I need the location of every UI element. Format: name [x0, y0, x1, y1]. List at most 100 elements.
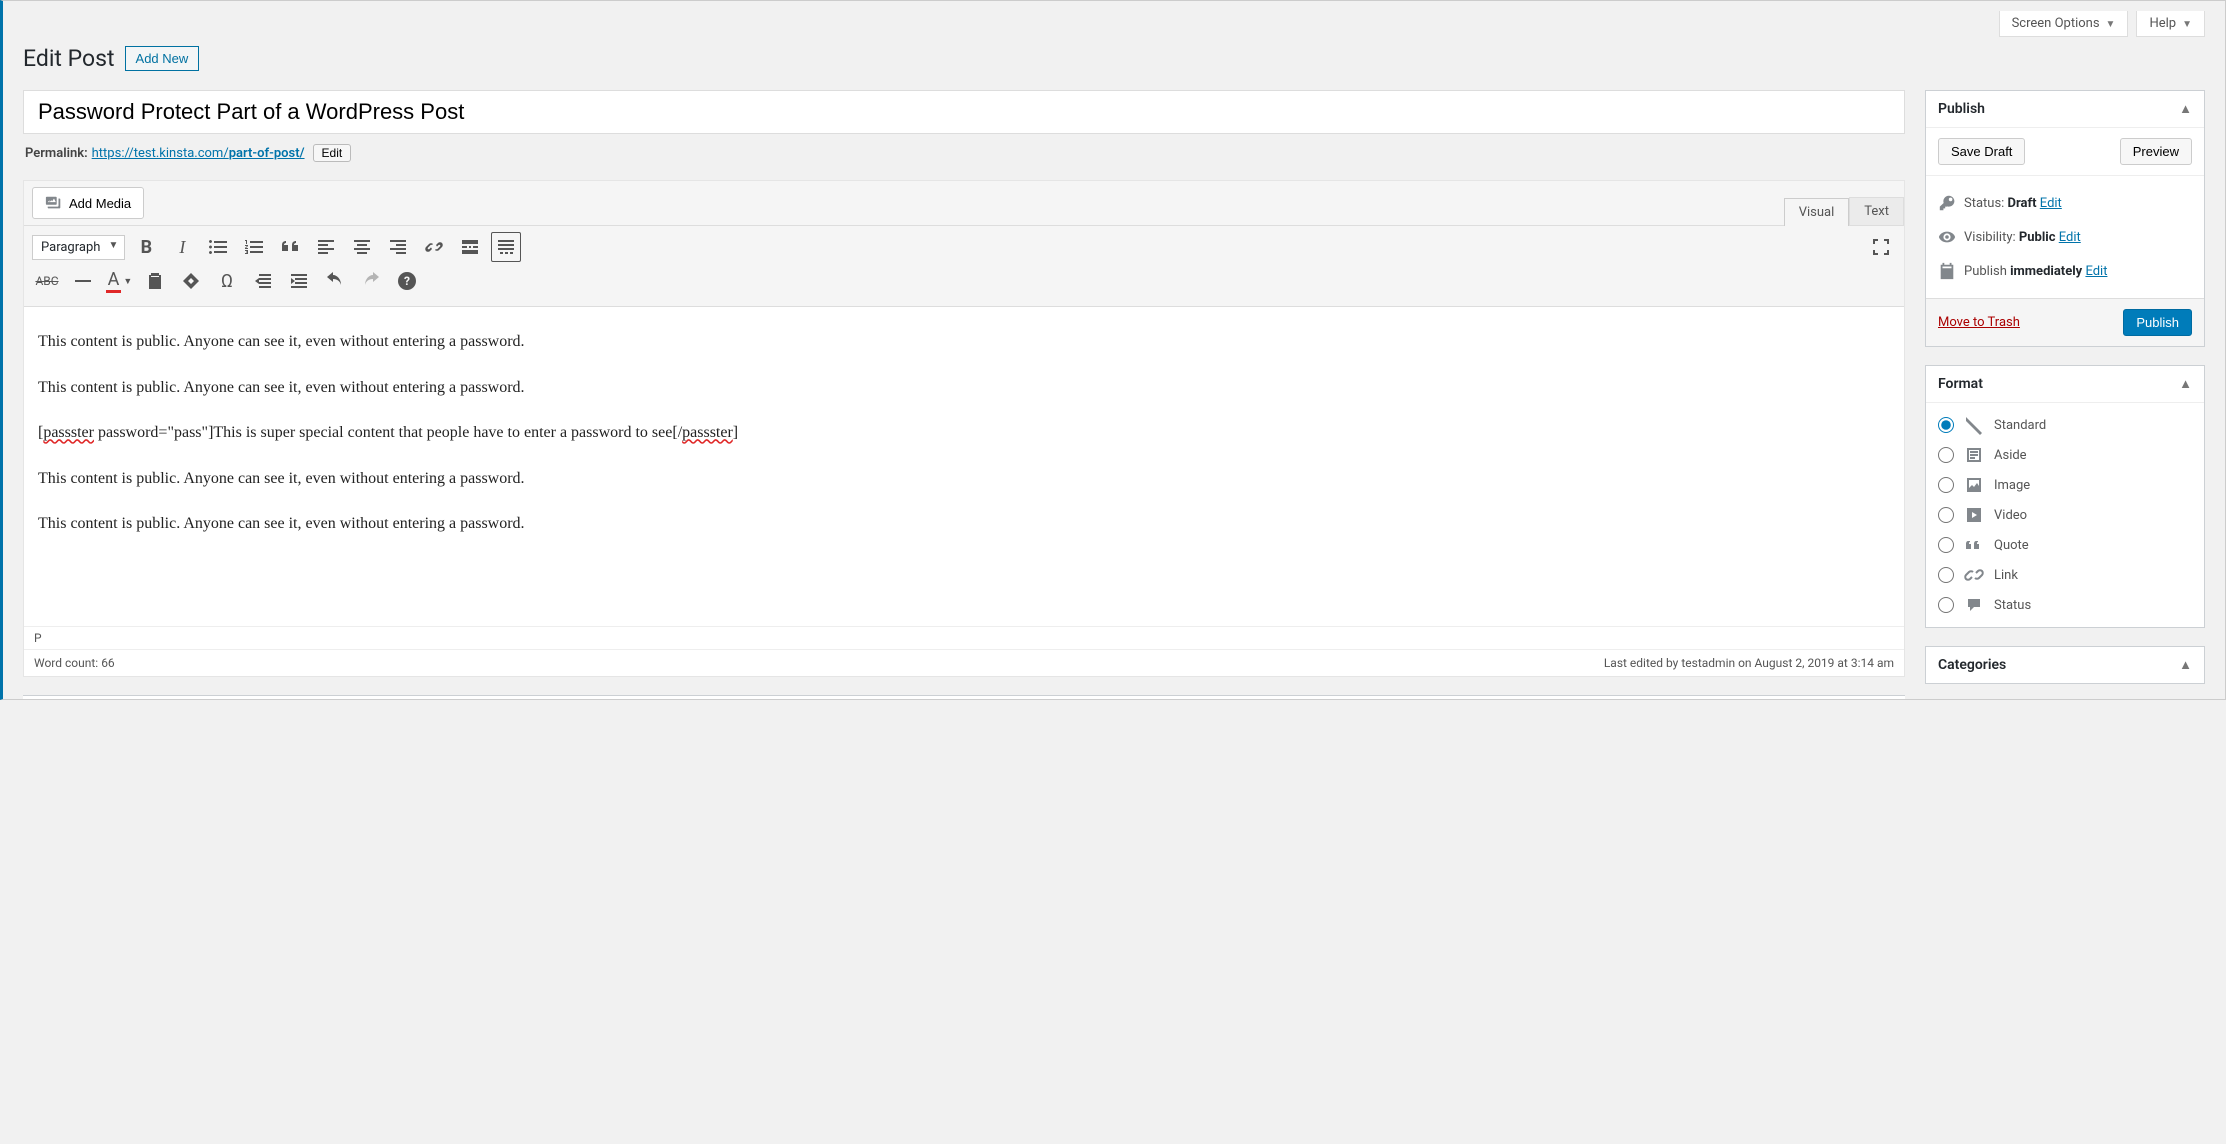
- format-radio[interactable]: [1938, 597, 1954, 613]
- calendar-icon: [1938, 262, 1956, 280]
- status-label: Status: Draft Edit: [1964, 196, 2062, 211]
- format-label: Video: [1994, 508, 2027, 523]
- align-left-button[interactable]: [311, 232, 341, 262]
- help-tab[interactable]: Help▼: [2136, 11, 2205, 37]
- format-aside-icon: [1964, 445, 1984, 465]
- editor-toolbar: Paragraph ▼ B I: [24, 225, 1904, 306]
- format-item-standard[interactable]: Standard: [1938, 413, 2192, 437]
- publish-date-label: Publish immediately Edit: [1964, 264, 2107, 279]
- visibility-label: Visibility: Public Edit: [1964, 230, 2081, 245]
- undo-button[interactable]: [320, 266, 350, 296]
- toolbar-toggle-button[interactable]: [491, 232, 521, 262]
- align-center-button[interactable]: [347, 232, 377, 262]
- readmore-button[interactable]: [455, 232, 485, 262]
- chevron-down-icon: ▼: [2182, 19, 2192, 30]
- word-count: Word count: 66: [34, 656, 115, 670]
- hr-button[interactable]: [68, 266, 98, 296]
- element-path: P: [24, 626, 1904, 649]
- bold-button[interactable]: B: [131, 232, 161, 262]
- number-list-button[interactable]: [239, 232, 269, 262]
- format-item-image[interactable]: Image: [1938, 473, 2192, 497]
- eye-icon: [1938, 228, 1956, 246]
- format-radio[interactable]: [1938, 477, 1954, 493]
- clear-format-button[interactable]: [176, 266, 206, 296]
- format-label: Quote: [1994, 538, 2029, 553]
- publish-metabox: Publish ▲ Save Draft Preview Status: Dra…: [1925, 90, 2205, 347]
- collapse-toggle[interactable]: ▲: [2179, 657, 2192, 673]
- categories-metabox: Categories ▲: [1925, 646, 2205, 684]
- format-radio[interactable]: [1938, 567, 1954, 583]
- permalink-link[interactable]: https://test.kinsta.com/part-of-post/: [92, 146, 305, 161]
- indent-button[interactable]: [284, 266, 314, 296]
- editor-paragraph: This content is public. Anyone can see i…: [38, 466, 1890, 492]
- categories-heading: Categories: [1938, 657, 2006, 673]
- collapse-toggle[interactable]: ▲: [2179, 101, 2192, 117]
- format-radio[interactable]: [1938, 417, 1954, 433]
- format-item-link[interactable]: Link: [1938, 563, 2192, 587]
- format-quote-icon: [1964, 535, 1984, 555]
- format-radio[interactable]: [1938, 447, 1954, 463]
- bullet-list-button[interactable]: [203, 232, 233, 262]
- format-radio[interactable]: [1938, 507, 1954, 523]
- save-draft-button[interactable]: Save Draft: [1938, 138, 2025, 165]
- permalink-edit-button[interactable]: Edit: [313, 144, 352, 162]
- paragraph-format-select[interactable]: Paragraph ▼: [32, 235, 125, 260]
- blockquote-button[interactable]: [275, 232, 305, 262]
- editor: Add Media Visual Text Paragraph ▼ B I: [23, 180, 1905, 677]
- format-item-quote[interactable]: Quote: [1938, 533, 2192, 557]
- align-right-button[interactable]: [383, 232, 413, 262]
- format-item-status[interactable]: Status: [1938, 593, 2192, 617]
- strikethrough-button[interactable]: ABC: [32, 266, 62, 296]
- format-heading: Format: [1938, 376, 1983, 392]
- visibility-edit-link[interactable]: Edit: [2059, 230, 2081, 245]
- permalink-row: Permalink: https://test.kinsta.com/part-…: [25, 144, 1905, 162]
- svg-text:?: ?: [404, 274, 410, 288]
- preview-button[interactable]: Preview: [2120, 138, 2192, 165]
- page-title: Edit Post: [23, 45, 115, 72]
- status-edit-link[interactable]: Edit: [2040, 196, 2062, 211]
- format-image-icon: [1964, 475, 1984, 495]
- format-item-video[interactable]: Video: [1938, 503, 2192, 527]
- screen-options-tab[interactable]: Screen Options▼: [1999, 11, 2129, 37]
- tab-text[interactable]: Text: [1849, 197, 1904, 225]
- permalink-label: Permalink:: [25, 146, 88, 161]
- collapse-toggle[interactable]: ▲: [2179, 376, 2192, 392]
- help-button[interactable]: ?: [392, 266, 422, 296]
- editor-paragraph: [passster password="pass"]This is super …: [38, 420, 1890, 446]
- format-item-aside[interactable]: Aside: [1938, 443, 2192, 467]
- publish-heading: Publish: [1938, 101, 1985, 117]
- outdent-button[interactable]: [248, 266, 278, 296]
- fullscreen-button[interactable]: [1866, 232, 1896, 262]
- media-icon: [45, 194, 63, 212]
- text-color-button[interactable]: A ▼: [104, 266, 134, 296]
- format-label: Link: [1994, 568, 2018, 583]
- last-edited: Last edited by testadmin on August 2, 20…: [1604, 656, 1894, 670]
- redo-button[interactable]: [356, 266, 386, 296]
- editor-paragraph: This content is public. Anyone can see i…: [38, 511, 1890, 537]
- move-to-trash-link[interactable]: Move to Trash: [1938, 315, 2020, 330]
- chevron-down-icon: ▼: [2106, 19, 2116, 30]
- add-media-button[interactable]: Add Media: [32, 187, 144, 219]
- format-label: Aside: [1994, 448, 2027, 463]
- format-label: Status: [1994, 598, 2031, 613]
- link-button[interactable]: [419, 232, 449, 262]
- format-standard-icon: [1964, 415, 1984, 435]
- format-video-icon: [1964, 505, 1984, 525]
- format-link-icon: [1964, 565, 1984, 585]
- tab-visual[interactable]: Visual: [1784, 198, 1850, 226]
- format-status-icon: [1964, 595, 1984, 615]
- publish-button[interactable]: Publish: [2123, 309, 2192, 336]
- editor-paragraph: This content is public. Anyone can see i…: [38, 329, 1890, 355]
- add-new-button[interactable]: Add New: [125, 46, 200, 71]
- special-char-button[interactable]: Ω: [212, 266, 242, 296]
- publish-date-edit-link[interactable]: Edit: [2085, 264, 2107, 279]
- format-label: Image: [1994, 478, 2030, 493]
- italic-button[interactable]: I: [167, 232, 197, 262]
- format-metabox: Format ▲ Standard Aside Image Video Quote Lin…: [1925, 365, 2205, 628]
- paste-text-button[interactable]: [140, 266, 170, 296]
- post-title-input[interactable]: [23, 90, 1905, 134]
- editor-paragraph: This content is public. Anyone can see i…: [38, 375, 1890, 401]
- format-radio[interactable]: [1938, 537, 1954, 553]
- editor-content[interactable]: This content is public. Anyone can see i…: [24, 306, 1904, 626]
- format-label: Standard: [1994, 418, 2046, 433]
